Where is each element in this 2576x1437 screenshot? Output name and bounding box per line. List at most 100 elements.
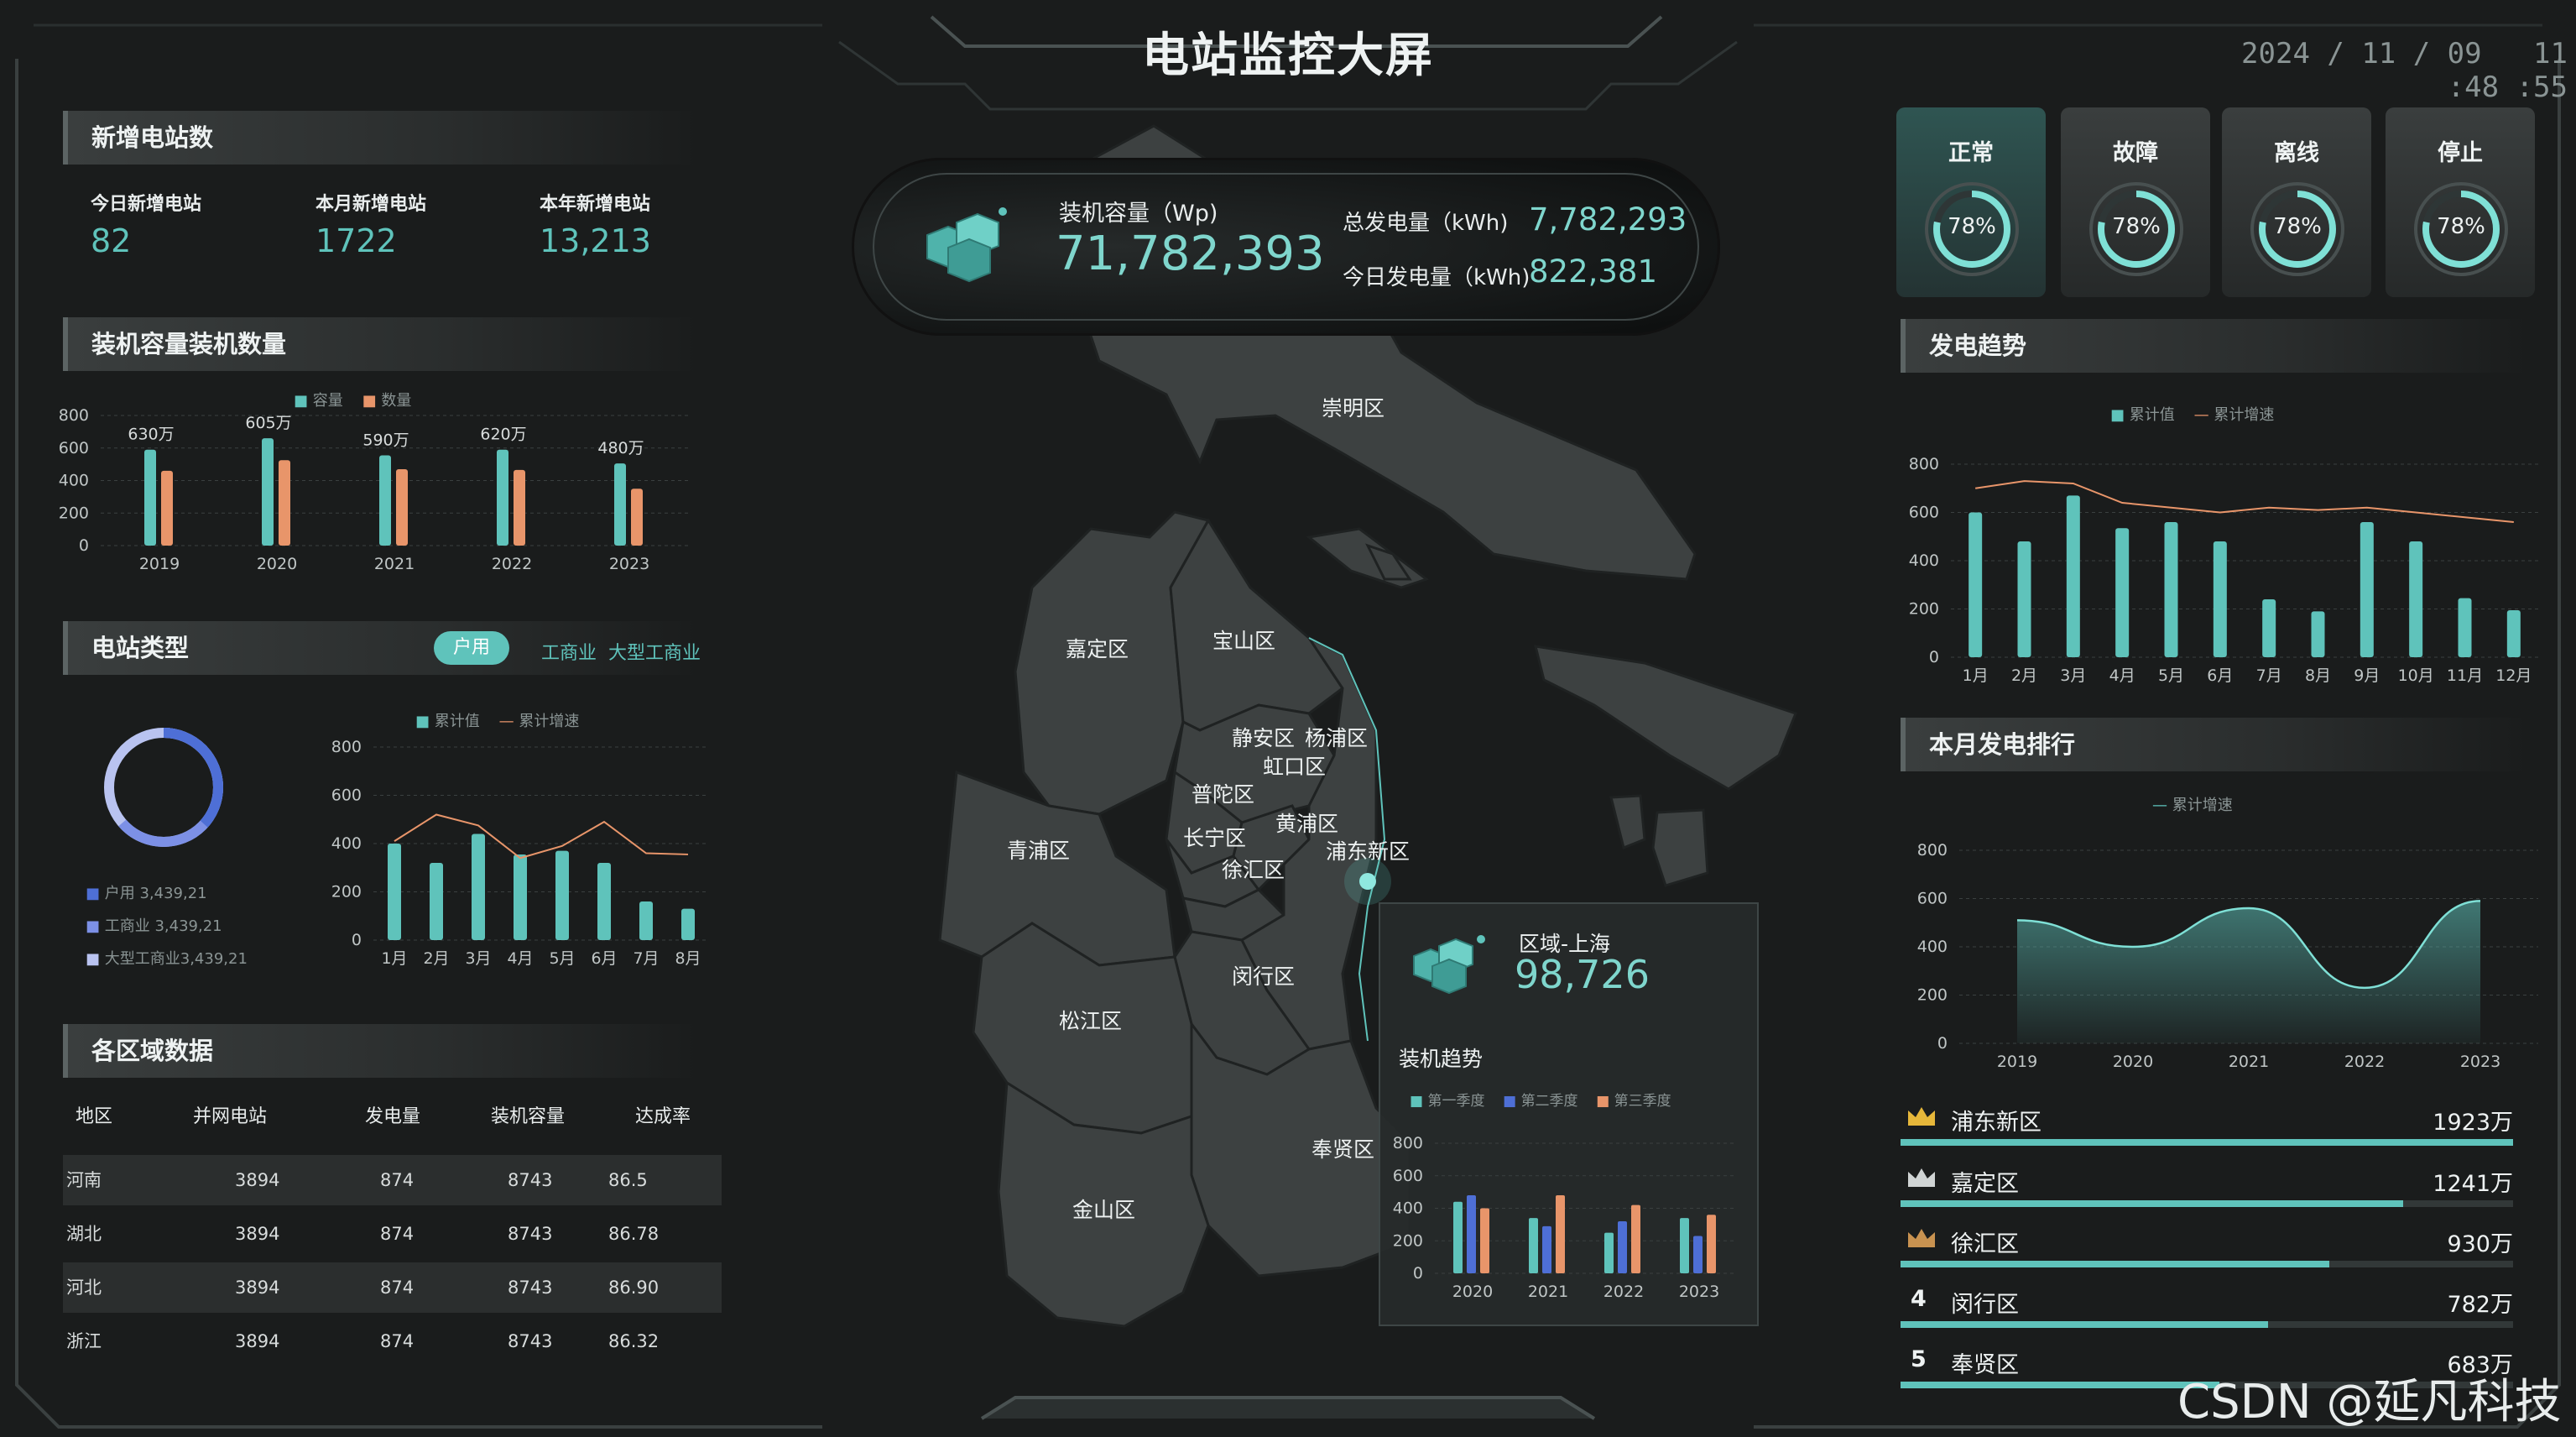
bar-累计值 [2066, 495, 2080, 657]
page-title: 电站监控大屏 [1142, 29, 1434, 83]
status-card-offline[interactable]: 离线 78% [2222, 107, 2371, 297]
bar-累计值 [2409, 541, 2423, 657]
bar-第二季度 [1618, 1221, 1627, 1273]
bar-累计值 [2164, 522, 2178, 657]
line-累计增速 [394, 813, 689, 860]
status-card-stopped[interactable]: 停止 78% [2386, 107, 2535, 297]
x-tick-label: 2023 [1679, 1283, 1719, 1301]
donut-legend-large-label: 大型工商业3,439,21 [104, 950, 248, 968]
capacity-bar-chart: 800 600 400 200 0 2019 2020 2021 2022 2023 630万 605… [59, 406, 688, 573]
popup-cube-icon [1413, 935, 1485, 995]
rank-row-3[interactable]: 徐汇区 930万 [1901, 1217, 2513, 1278]
y-tick-label: 800 [331, 738, 362, 756]
popup-legend-q1: 第一季度 [1427, 1093, 1485, 1110]
rank-4-track [1901, 1321, 2513, 1328]
cell-capacity: 8743 [508, 1278, 553, 1298]
y-tick-label: 800 [1393, 1134, 1423, 1152]
x-tick-label: 5月 [549, 949, 575, 968]
cell-stations: 3894 [235, 1278, 280, 1298]
rank-row-1[interactable]: 浦东新区 1923万 [1901, 1095, 2513, 1156]
stat-year-label: 本年新增电站 [540, 194, 651, 215]
table-row[interactable]: 浙江 3894 874 8743 86.32 [63, 1316, 722, 1366]
rank-row-4[interactable]: 4 闵行区 782万 [1901, 1278, 2513, 1338]
bar-累计值 [2115, 528, 2130, 657]
data-label: 590万 [362, 431, 409, 449]
trend-legend-rate: 累计增速 [2214, 406, 2275, 424]
new-stations-stats: 今日新增电站 82 本月新增电站 1722 本年新增电站 13,213 [91, 189, 712, 273]
region-table-head-row: 地区 并网电站 发电量 装机容量 达成率 [63, 1101, 722, 1135]
cell-region: 河北 [66, 1278, 102, 1298]
type-donut-chart [104, 728, 223, 847]
map-label-minhang: 闵行区 [1232, 964, 1295, 989]
capacity-header: 装机容量装机数量 [63, 317, 701, 371]
line-累计增速 [1975, 480, 2514, 523]
th-generation: 发电量 [365, 1106, 421, 1127]
monthly-header: 本月发电排行 [1901, 718, 2530, 771]
data-label: 480万 [597, 439, 644, 457]
rank-4-fill [1901, 1321, 2268, 1328]
type-legend-rate: 累计增速 [519, 713, 580, 730]
y-tick-label: 200 [1909, 600, 1939, 619]
cell-generation: 874 [380, 1170, 415, 1190]
cell-capacity: 8743 [508, 1170, 553, 1190]
stat-month-label: 本月新增电站 [315, 194, 427, 215]
table-row[interactable]: 河南 3894 874 8743 86.5 [63, 1155, 722, 1205]
tab-large-commercial[interactable]: 大型工商业 [608, 638, 701, 665]
map-label-jinshan: 金山区 [1072, 1198, 1135, 1222]
x-tick-label: 1月 [381, 949, 407, 968]
bar-容量 [144, 449, 156, 546]
rank-1-fill [1901, 1139, 2513, 1146]
donut-legend-large: ■ 大型工商业3,439,21 [86, 950, 248, 968]
map-location-marker[interactable] [1359, 873, 1376, 890]
stat-year: 本年新增电站 13,213 [540, 189, 651, 259]
cell-rate: 86.78 [608, 1224, 660, 1244]
x-tick-label: 2023 [609, 555, 649, 573]
bar-数量 [161, 470, 173, 546]
status-offline-label: 离线 [2274, 140, 2319, 166]
popup-bar-chart: 800 600 400 200 0 2020 2021 2022 2023 [1393, 1134, 1737, 1301]
table-row[interactable]: 湖北 3894 874 8743 86.78 [63, 1209, 722, 1259]
tab-household[interactable]: 户用 [434, 631, 509, 665]
map-district-fengxian[interactable] [1190, 1020, 1411, 1278]
x-tick-label: 2023 [2460, 1053, 2500, 1070]
status-card-normal[interactable]: 正常 78% [1896, 107, 2046, 297]
trend-legend: ■ 累计值 — 累计增速 [2110, 406, 2275, 424]
x-tick-label: 2019 [1997, 1053, 2037, 1070]
rank-5-number: 5 [1911, 1346, 1927, 1372]
station-type-tabs: 户用 工商业 大型工商业 [434, 631, 711, 665]
cell-generation: 874 [380, 1278, 415, 1298]
x-tick-label: 3月 [2060, 666, 2086, 685]
x-tick-label: 6月 [2207, 666, 2233, 685]
bar-容量 [614, 463, 626, 546]
bar-数量 [396, 468, 408, 546]
bar-第一季度 [1680, 1218, 1689, 1273]
stat-month: 本月新增电站 1722 [315, 189, 426, 259]
x-tick-label: 12月 [2495, 666, 2532, 685]
bar-第一季度 [1604, 1232, 1614, 1273]
x-tick-label: 9月 [2354, 666, 2380, 685]
x-tick-label: 2021 [374, 555, 415, 573]
x-tick-label: 2020 [2113, 1053, 2153, 1070]
map-label-xuhui: 徐汇区 [1222, 858, 1285, 882]
map-district-baoshan[interactable] [1169, 518, 1345, 732]
bar-数量 [514, 469, 525, 546]
rank-1-value: 1923万 [2433, 1110, 2513, 1136]
table-row[interactable]: 河北 3894 874 8743 86.90 [63, 1262, 722, 1313]
datetime: 2024 / 11 / 09 11 :48 :55 [2182, 37, 2568, 104]
bar-累计值 [2262, 599, 2276, 657]
status-stopped-label: 停止 [2438, 140, 2483, 166]
status-card-fault[interactable]: 故障 78% [2061, 107, 2210, 297]
x-tick-label: 3月 [465, 949, 491, 968]
y-tick-label: 0 [1937, 1034, 1948, 1053]
map-label-hongkou: 虹口区 [1263, 755, 1326, 779]
trend-bar-chart: 800 600 400 200 0 1月 2月 3月 4月 5月 6月 7月 8月 9月 10月 11月 12月 [1909, 455, 2538, 685]
status-normal-value: 78% [1948, 214, 1996, 239]
stat-month-value: 1722 [315, 222, 397, 259]
tab-commercial[interactable]: 工商业 [541, 638, 597, 665]
map-label-baoshan: 宝山区 [1212, 629, 1275, 653]
x-tick-label: 4月 [2109, 666, 2135, 685]
kpi-total-gen-value: 7,782,293 [1529, 201, 1687, 238]
rank-row-2[interactable]: 嘉定区 1241万 [1901, 1157, 2513, 1217]
cell-generation: 874 [380, 1331, 415, 1351]
x-tick-label: 2022 [1603, 1283, 1644, 1301]
